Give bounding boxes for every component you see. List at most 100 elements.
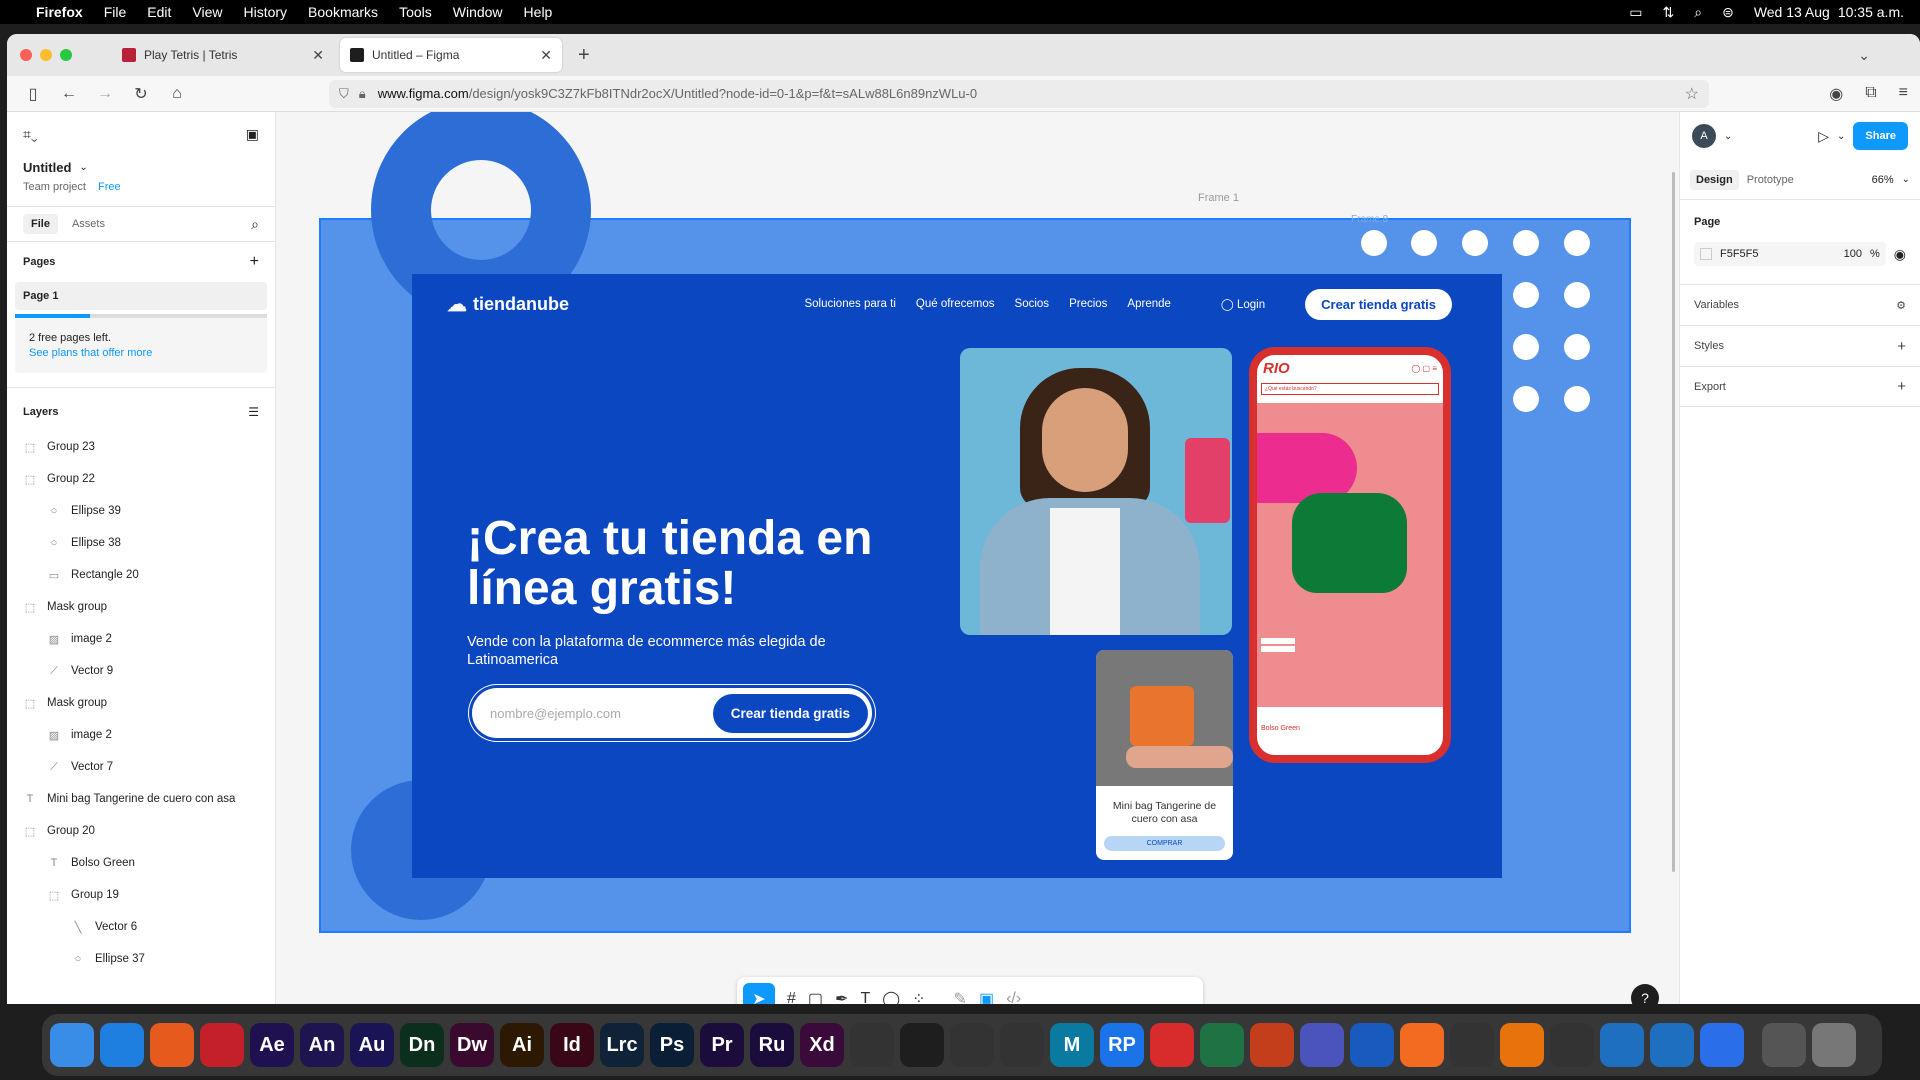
color-swatch[interactable]: [1700, 248, 1712, 260]
control-center-icon[interactable]: ⊜: [1722, 4, 1734, 21]
dock-app-icon[interactable]: [1200, 1023, 1244, 1067]
url-bar[interactable]: ⛉ 🔒︎ www.figma.com /design/yosk9C3Z7kFb8…: [329, 79, 1709, 108]
nav-que-ofrecemos[interactable]: Qué ofrecemos: [916, 298, 995, 310]
layer-row[interactable]: ╲ Vector 6: [23, 911, 275, 943]
dock-app-icon[interactable]: [900, 1023, 944, 1067]
layer-row[interactable]: ○ Ellipse 38: [23, 527, 275, 559]
layer-row[interactable]: ⬚ Group 22: [23, 463, 275, 495]
layer-row[interactable]: ⬚ Mask group: [23, 591, 275, 623]
page-opacity-value[interactable]: 100: [1844, 248, 1862, 260]
dock-app-icon[interactable]: [1450, 1023, 1494, 1067]
list-tabs-chevron-icon[interactable]: ⌄: [1858, 47, 1870, 64]
layer-row[interactable]: ⬚ Group 23: [23, 431, 275, 463]
dock-app-icon[interactable]: [1812, 1023, 1856, 1067]
dock-app-icon[interactable]: [100, 1023, 144, 1067]
shield-icon[interactable]: ⛉: [339, 86, 349, 102]
export-section[interactable]: Export +: [1680, 366, 1920, 407]
menu-bookmarks[interactable]: Bookmarks: [308, 4, 378, 20]
layer-row[interactable]: ⟋ Vector 9: [23, 655, 275, 687]
variables-icon[interactable]: ⚙: [1896, 299, 1906, 312]
frame-label[interactable]: Frame 1: [1198, 192, 1239, 204]
menu-firefox[interactable]: Firefox: [36, 4, 83, 20]
sidebar-toggle-icon[interactable]: ▯: [19, 84, 47, 104]
eye-icon[interactable]: ◉: [1894, 246, 1906, 263]
dock-app-icon[interactable]: Au: [350, 1023, 394, 1067]
tiendanube-logo[interactable]: ☁︎ tiendanube: [447, 292, 569, 317]
hamburger-menu-icon[interactable]: ≡: [1899, 84, 1908, 104]
layer-row[interactable]: ⟋ Vector 7: [23, 751, 275, 783]
tab-assets[interactable]: Assets: [64, 214, 113, 234]
menu-edit[interactable]: Edit: [147, 4, 171, 20]
email-field[interactable]: nombre@ejemplo.com: [490, 706, 621, 721]
tab-figma[interactable]: Untitled – Figma ✕: [340, 38, 562, 72]
dock-app-icon[interactable]: [1762, 1023, 1806, 1067]
layer-row[interactable]: ○ Ellipse 39: [23, 495, 275, 527]
lock-icon[interactable]: 🔒︎: [359, 86, 366, 102]
login-link[interactable]: ◯ Login: [1221, 297, 1265, 311]
search-icon[interactable]: ⌕: [251, 216, 259, 233]
comprar-button[interactable]: COMPRAR: [1104, 836, 1225, 851]
layer-row[interactable]: T Bolso Green: [23, 847, 275, 879]
menu-tools[interactable]: Tools: [399, 4, 432, 20]
dock-app-icon[interactable]: Ae: [250, 1023, 294, 1067]
close-tab-icon[interactable]: ✕: [312, 47, 324, 64]
figma-menu-icon[interactable]: ⌗⌄: [23, 126, 38, 143]
menu-history[interactable]: History: [243, 4, 287, 20]
actions-icon[interactable]: ⁘: [912, 989, 925, 1004]
back-icon[interactable]: ←: [55, 85, 83, 103]
dock-app-icon[interactable]: Dw: [450, 1023, 494, 1067]
layer-row[interactable]: ▭ Rectangle 20: [23, 559, 275, 591]
nav-aprende[interactable]: Aprende: [1127, 298, 1170, 310]
reload-icon[interactable]: ↻: [127, 84, 155, 104]
search-icon[interactable]: ⌕: [1694, 4, 1702, 21]
avatar[interactable]: A: [1692, 124, 1716, 148]
collapse-sidebar-icon[interactable]: ▣: [246, 126, 259, 143]
layer-row[interactable]: ▨ image 2: [23, 719, 275, 751]
tab-design[interactable]: Design: [1690, 169, 1739, 190]
add-style-icon[interactable]: +: [1897, 338, 1906, 355]
nav-precios[interactable]: Precios: [1069, 298, 1107, 310]
layer-row[interactable]: ○ Ellipse 37: [23, 943, 275, 975]
clock-date[interactable]: Wed 13 Aug: [1754, 4, 1830, 20]
shape-tool-icon[interactable]: ▢: [808, 989, 823, 1004]
tab-prototype[interactable]: Prototype: [1747, 174, 1794, 186]
text-tool-icon[interactable]: T: [860, 990, 870, 1004]
dock-app-icon[interactable]: Xd: [800, 1023, 844, 1067]
dock-app-icon[interactable]: M: [1050, 1023, 1094, 1067]
zoom-window-button[interactable]: [60, 49, 72, 61]
help-button[interactable]: ?: [1631, 984, 1659, 1004]
layer-row[interactable]: ⬚ Group 20: [23, 815, 275, 847]
frame-tool-icon[interactable]: #: [787, 990, 796, 1004]
dock-app-icon[interactable]: [150, 1023, 194, 1067]
dock-app-icon[interactable]: [1500, 1023, 1544, 1067]
menu-help[interactable]: Help: [524, 4, 553, 20]
dock-app-icon[interactable]: [200, 1023, 244, 1067]
canvas[interactable]: Frame 1 Frame 8 ☁︎ tiendanube Soluciones…: [276, 112, 1679, 1004]
close-window-button[interactable]: [20, 49, 32, 61]
present-play-icon[interactable]: ▷: [1818, 128, 1829, 145]
page-item[interactable]: Page 1: [15, 282, 267, 310]
close-tab-icon[interactable]: ✕: [540, 47, 552, 64]
menu-window[interactable]: Window: [453, 4, 503, 20]
draw-mode-icon[interactable]: ✎: [954, 989, 967, 1004]
dock-app-icon[interactable]: An: [300, 1023, 344, 1067]
chevron-down-icon[interactable]: ⌄: [1837, 131, 1845, 142]
add-export-icon[interactable]: +: [1897, 378, 1906, 395]
add-page-icon[interactable]: +: [250, 253, 259, 271]
crear-tienda-form-button[interactable]: Crear tienda gratis: [712, 693, 868, 733]
account-icon[interactable]: ◉: [1829, 84, 1843, 104]
bookmark-star-icon[interactable]: ☆: [1685, 84, 1699, 104]
pen-tool-icon[interactable]: ✒: [835, 989, 848, 1004]
crear-tienda-nav-button[interactable]: Crear tienda gratis: [1305, 288, 1452, 320]
dock-app-icon[interactable]: Ai: [500, 1023, 544, 1067]
layer-row[interactable]: ⬚ Group 19: [23, 879, 275, 911]
variables-section[interactable]: Variables ⚙: [1680, 284, 1920, 325]
dock-app-icon[interactable]: [1000, 1023, 1044, 1067]
dock-app-icon[interactable]: Pr: [700, 1023, 744, 1067]
chevron-down-icon[interactable]: ⌄: [1724, 131, 1732, 142]
layer-row[interactable]: ⬚ Mask group: [23, 687, 275, 719]
plan-badge[interactable]: Free: [98, 181, 121, 193]
dock-app-icon[interactable]: Id: [550, 1023, 594, 1067]
design-mode-icon[interactable]: ▣: [979, 989, 994, 1004]
home-icon[interactable]: ⌂: [163, 85, 191, 103]
